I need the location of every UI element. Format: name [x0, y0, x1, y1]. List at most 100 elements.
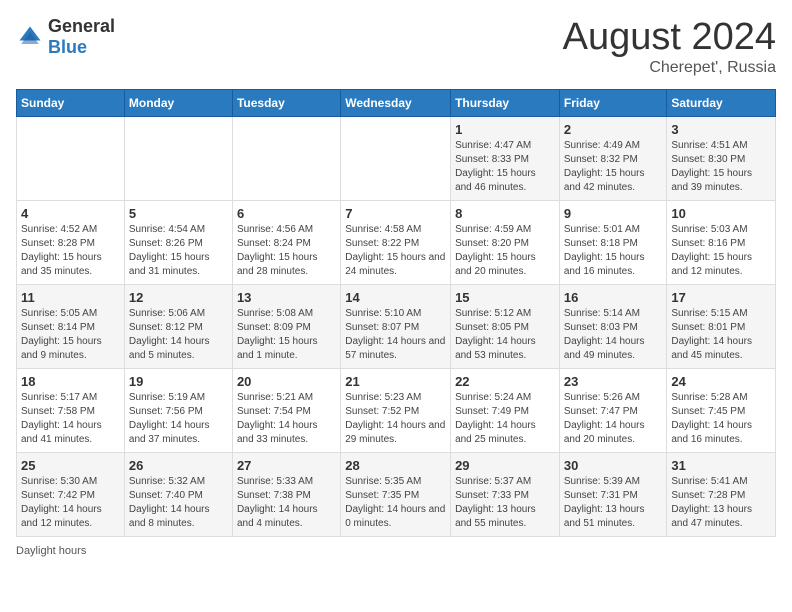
day-info: Sunrise: 4:58 AM Sunset: 8:22 PM Dayligh…	[345, 223, 446, 279]
calendar-cell: 1Sunrise: 4:47 AM Sunset: 8:33 PM Daylig…	[451, 117, 560, 201]
day-number: 26	[129, 458, 228, 473]
day-number: 4	[21, 206, 120, 221]
day-number: 25	[21, 458, 120, 473]
day-info: Sunrise: 5:19 AM Sunset: 7:56 PM Dayligh…	[129, 391, 228, 447]
day-info: Sunrise: 5:12 AM Sunset: 8:05 PM Dayligh…	[455, 307, 555, 363]
calendar-cell: 7 Sunrise: 4:58 AM Sunset: 8:22 PM Daylig…	[341, 201, 451, 285]
day-info: Sunrise: 4:52 AM Sunset: 8:28 PM Dayligh…	[21, 223, 120, 279]
month-year-title: August 2024	[563, 16, 776, 59]
col-header-saturday: Saturday	[667, 90, 776, 117]
day-info: Sunrise: 5:30 AM Sunset: 7:42 PM Dayligh…	[21, 475, 120, 531]
day-number: 6	[237, 206, 336, 221]
calendar-cell: 2 Sunrise: 4:49 AM Sunset: 8:32 PM Daylig…	[559, 117, 667, 201]
col-header-monday: Monday	[124, 90, 232, 117]
calendar-cell: 28 Sunrise: 5:35 AM Sunset: 7:35 PM Dayli…	[341, 453, 451, 537]
day-number: 29	[455, 458, 555, 473]
calendar-cell: 24 Sunrise: 5:28 AM Sunset: 7:45 PM Dayli…	[667, 369, 776, 453]
day-number: 11	[21, 290, 120, 305]
calendar-table: SundayMondayTuesdayWednesdayThursdayFrid…	[16, 89, 776, 537]
day-number: 21	[345, 374, 446, 389]
day-number: 30	[564, 458, 663, 473]
calendar-cell: 19Sunrise: 5:19 AM Sunset: 7:56 PM Dayli…	[124, 369, 232, 453]
calendar-cell	[17, 117, 125, 201]
calendar-cell: 25 Sunrise: 5:30 AM Sunset: 7:42 PM Dayli…	[17, 453, 125, 537]
calendar-week-2: 4 Sunrise: 4:52 AM Sunset: 8:28 PM Daylig…	[17, 201, 776, 285]
day-number: 16	[564, 290, 663, 305]
day-info: Sunrise: 5:35 AM Sunset: 7:35 PM Dayligh…	[345, 475, 446, 531]
day-info: Sunrise: 5:08 AM Sunset: 8:09 PM Dayligh…	[237, 307, 336, 363]
day-number: 2	[564, 122, 663, 137]
day-number: 20	[237, 374, 336, 389]
footer: Daylight hours	[16, 545, 776, 557]
calendar-cell: 18 Sunrise: 5:17 AM Sunset: 7:58 PM Dayli…	[17, 369, 125, 453]
calendar-cell: 4 Sunrise: 4:52 AM Sunset: 8:28 PM Daylig…	[17, 201, 125, 285]
calendar-week-4: 18 Sunrise: 5:17 AM Sunset: 7:58 PM Dayli…	[17, 369, 776, 453]
col-header-sunday: Sunday	[17, 90, 125, 117]
day-number: 13	[237, 290, 336, 305]
calendar-cell: 5 Sunrise: 4:54 AM Sunset: 8:26 PM Daylig…	[124, 201, 232, 285]
location-subtitle: Cherepet', Russia	[563, 59, 776, 77]
day-number: 24	[671, 374, 771, 389]
day-info: Sunrise: 4:51 AM Sunset: 8:30 PM Dayligh…	[671, 139, 771, 195]
calendar-cell: 10Sunrise: 5:03 AM Sunset: 8:16 PM Dayli…	[667, 201, 776, 285]
calendar-cell: 20 Sunrise: 5:21 AM Sunset: 7:54 PM Dayli…	[232, 369, 340, 453]
calendar-cell	[341, 117, 451, 201]
calendar-cell: 22Sunrise: 5:24 AM Sunset: 7:49 PM Dayli…	[451, 369, 560, 453]
calendar-cell: 31Sunrise: 5:41 AM Sunset: 7:28 PM Dayli…	[667, 453, 776, 537]
logo: General Blue	[16, 16, 115, 58]
day-info: Sunrise: 4:49 AM Sunset: 8:32 PM Dayligh…	[564, 139, 663, 195]
day-number: 8	[455, 206, 555, 221]
day-number: 12	[129, 290, 228, 305]
calendar-cell: 13 Sunrise: 5:08 AM Sunset: 8:09 PM Dayli…	[232, 285, 340, 369]
day-info: Sunrise: 5:21 AM Sunset: 7:54 PM Dayligh…	[237, 391, 336, 447]
logo-icon	[16, 23, 44, 51]
day-info: Sunrise: 5:10 AM Sunset: 8:07 PM Dayligh…	[345, 307, 446, 363]
day-number: 9	[564, 206, 663, 221]
day-number: 3	[671, 122, 771, 137]
day-number: 18	[21, 374, 120, 389]
day-info: Sunrise: 4:47 AM Sunset: 8:33 PM Dayligh…	[455, 139, 555, 195]
day-info: Sunrise: 5:17 AM Sunset: 7:58 PM Dayligh…	[21, 391, 120, 447]
calendar-cell: 17Sunrise: 5:15 AM Sunset: 8:01 PM Dayli…	[667, 285, 776, 369]
col-header-friday: Friday	[559, 90, 667, 117]
calendar-cell: 6Sunrise: 4:56 AM Sunset: 8:24 PM Daylig…	[232, 201, 340, 285]
calendar-week-1: 1Sunrise: 4:47 AM Sunset: 8:33 PM Daylig…	[17, 117, 776, 201]
calendar-cell: 27 Sunrise: 5:33 AM Sunset: 7:38 PM Dayli…	[232, 453, 340, 537]
day-number: 5	[129, 206, 228, 221]
day-info: Sunrise: 5:01 AM Sunset: 8:18 PM Dayligh…	[564, 223, 663, 279]
day-number: 15	[455, 290, 555, 305]
day-info: Sunrise: 5:05 AM Sunset: 8:14 PM Dayligh…	[21, 307, 120, 363]
title-block: August 2024 Cherepet', Russia	[563, 16, 776, 77]
day-info: Sunrise: 5:06 AM Sunset: 8:12 PM Dayligh…	[129, 307, 228, 363]
day-number: 22	[455, 374, 555, 389]
calendar-cell	[232, 117, 340, 201]
col-header-tuesday: Tuesday	[232, 90, 340, 117]
day-info: Sunrise: 5:14 AM Sunset: 8:03 PM Dayligh…	[564, 307, 663, 363]
day-number: 23	[564, 374, 663, 389]
daylight-label: Daylight hours	[16, 545, 86, 557]
day-info: Sunrise: 5:32 AM Sunset: 7:40 PM Dayligh…	[129, 475, 228, 531]
calendar-header-row: SundayMondayTuesdayWednesdayThursdayFrid…	[17, 90, 776, 117]
day-info: Sunrise: 5:39 AM Sunset: 7:31 PM Dayligh…	[564, 475, 663, 531]
calendar-cell: 9 Sunrise: 5:01 AM Sunset: 8:18 PM Daylig…	[559, 201, 667, 285]
day-info: Sunrise: 5:33 AM Sunset: 7:38 PM Dayligh…	[237, 475, 336, 531]
calendar-cell: 26 Sunrise: 5:32 AM Sunset: 7:40 PM Dayli…	[124, 453, 232, 537]
calendar-cell: 21 Sunrise: 5:23 AM Sunset: 7:52 PM Dayli…	[341, 369, 451, 453]
day-info: Sunrise: 4:54 AM Sunset: 8:26 PM Dayligh…	[129, 223, 228, 279]
day-info: Sunrise: 5:23 AM Sunset: 7:52 PM Dayligh…	[345, 391, 446, 447]
page-header: General Blue August 2024 Cherepet', Russ…	[16, 16, 776, 77]
day-number: 31	[671, 458, 771, 473]
calendar-cell: 30 Sunrise: 5:39 AM Sunset: 7:31 PM Dayli…	[559, 453, 667, 537]
calendar-cell: 12 Sunrise: 5:06 AM Sunset: 8:12 PM Dayli…	[124, 285, 232, 369]
calendar-cell: 16 Sunrise: 5:14 AM Sunset: 8:03 PM Dayli…	[559, 285, 667, 369]
day-number: 28	[345, 458, 446, 473]
day-number: 27	[237, 458, 336, 473]
day-info: Sunrise: 5:28 AM Sunset: 7:45 PM Dayligh…	[671, 391, 771, 447]
calendar-week-5: 25 Sunrise: 5:30 AM Sunset: 7:42 PM Dayli…	[17, 453, 776, 537]
calendar-cell	[124, 117, 232, 201]
day-number: 7	[345, 206, 446, 221]
calendar-cell: 29Sunrise: 5:37 AM Sunset: 7:33 PM Dayli…	[451, 453, 560, 537]
calendar-cell: 14Sunrise: 5:10 AM Sunset: 8:07 PM Dayli…	[341, 285, 451, 369]
calendar-cell: 23Sunrise: 5:26 AM Sunset: 7:47 PM Dayli…	[559, 369, 667, 453]
calendar-cell: 3 Sunrise: 4:51 AM Sunset: 8:30 PM Daylig…	[667, 117, 776, 201]
